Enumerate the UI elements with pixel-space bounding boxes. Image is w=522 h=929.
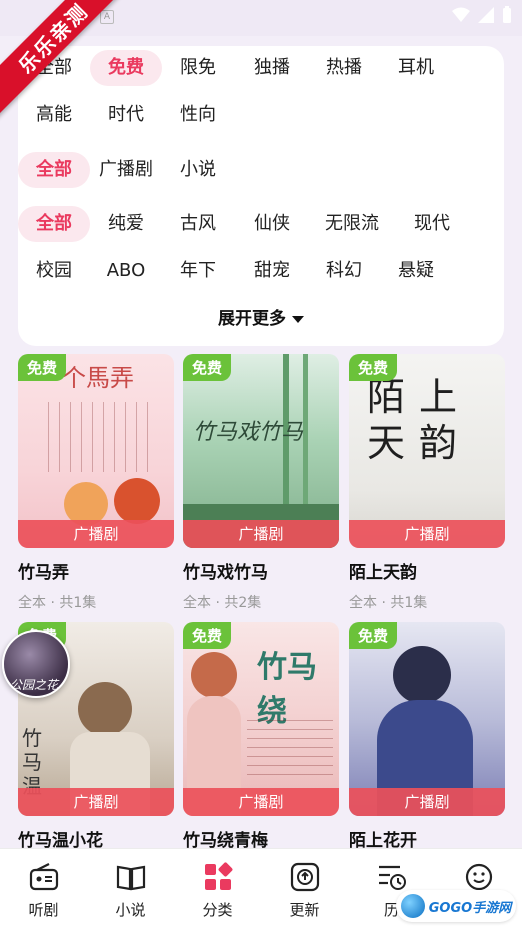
category-icon (204, 862, 232, 890)
drama-card[interactable]: 个馬弄 免费 广播剧 竹马弄 全本 · 共1集 (18, 354, 174, 612)
status-icons (452, 6, 512, 24)
filter-panel: 全部 免费 限免 独播 热播 耳机 高能 时代 性向 全部 广播剧 小说 全部 … (18, 46, 504, 346)
nav-novel[interactable]: 小说 (87, 849, 174, 929)
drama-card[interactable]: 竹马绕 免费 广播剧 竹马绕青梅 (183, 622, 339, 851)
filter-orientation[interactable]: 性向 (166, 97, 230, 133)
filter-sweet[interactable]: 甜宠 (240, 253, 304, 289)
category-tag: 广播剧 (18, 520, 174, 548)
history-icon (378, 865, 406, 890)
filter-abo[interactable]: ABO (94, 253, 158, 289)
nav-label: 小说 (115, 901, 146, 919)
filter-type-all[interactable]: 全部 (18, 152, 90, 188)
drama-cover[interactable]: 免费 广播剧 (349, 622, 505, 816)
nav-category[interactable]: 分类 (174, 849, 261, 929)
category-tag: 广播剧 (349, 788, 505, 816)
free-badge: 免费 (18, 354, 67, 381)
expand-more-label: 展开更多 (218, 309, 286, 329)
drama-cover[interactable]: 个馬弄 免费 广播剧 (18, 354, 174, 548)
drama-cover[interactable]: 竹马绕 免费 广播剧 (183, 622, 339, 816)
drama-meta: 全本 · 共2集 (183, 595, 262, 611)
wifi-icon (452, 7, 470, 22)
drama-meta: 全本 · 共1集 (349, 595, 428, 611)
nav-label: 更新 (289, 901, 320, 919)
filter-radio-drama[interactable]: 广播剧 (94, 152, 158, 188)
filter-ancient[interactable]: 古风 (166, 206, 230, 242)
caret-down-icon (292, 315, 304, 323)
nav-update[interactable]: 更新 (261, 849, 348, 929)
filter-infinite-flow[interactable]: 无限流 (316, 206, 388, 242)
cover-art (349, 622, 505, 816)
category-tag: 广播剧 (18, 788, 174, 816)
signal-icon (478, 7, 494, 23)
book-icon (116, 865, 145, 891)
free-badge: 免费 (349, 354, 398, 381)
drama-cover[interactable]: 竹马戏竹马 免费 广播剧 (183, 354, 339, 548)
update-icon (290, 862, 319, 892)
cover-title-text: 陌上天韵 (367, 375, 472, 465)
drama-cover[interactable]: 陌上天韵 免费 广播剧 (349, 354, 505, 548)
filter-free[interactable]: 免费 (90, 50, 162, 86)
nav-label: 听剧 (28, 901, 59, 919)
drama-card[interactable]: 免费 广播剧 陌上花开 (349, 622, 505, 851)
cover-title-text: 竹马戏竹马 (193, 420, 304, 445)
nav-listen[interactable]: 听剧 (0, 849, 87, 929)
category-tag: 广播剧 (183, 520, 339, 548)
drama-card[interactable]: 竹马戏竹马 免费 广播剧 竹马戏竹马 全本 · 共2集 (183, 354, 339, 612)
drama-title: 竹马戏竹马 (183, 563, 268, 583)
expand-more-button[interactable]: 展开更多 (18, 304, 504, 329)
category-tag: 广播剧 (349, 520, 505, 548)
filter-younger[interactable]: 年下 (166, 253, 230, 289)
drama-title: 竹马弄 (18, 563, 69, 583)
filter-era[interactable]: 时代 (94, 97, 158, 133)
filter-genre-all[interactable]: 全部 (18, 206, 90, 242)
filter-suspense[interactable]: 悬疑 (384, 253, 448, 289)
cover-art: 陌上天韵 (349, 354, 505, 548)
site-watermark: GOGO手游网 (396, 890, 516, 922)
cover-title-text: 个馬弄 (62, 364, 134, 392)
filter-limited-free[interactable]: 限免 (166, 50, 230, 86)
floating-avatar-text: 公园之花 (10, 678, 59, 692)
drama-title: 陌上天韵 (349, 563, 417, 583)
free-badge: 免费 (183, 622, 232, 649)
cover-art: 竹马绕 (183, 622, 339, 816)
nav-label: 分类 (202, 901, 233, 919)
filter-scifi[interactable]: 科幻 (312, 253, 376, 289)
filter-pure-love[interactable]: 纯爱 (94, 206, 158, 242)
floating-avatar[interactable]: 公园之花 (2, 630, 70, 698)
drama-card[interactable]: 陌上天韵 免费 广播剧 陌上天韵 全本 · 共1集 (349, 354, 505, 612)
filter-hot[interactable]: 热播 (312, 50, 376, 86)
filter-exclusive[interactable]: 独播 (240, 50, 304, 86)
filter-modern[interactable]: 现代 (400, 206, 464, 242)
filter-novel[interactable]: 小说 (166, 152, 230, 188)
radio-icon (29, 863, 58, 891)
filter-high-energy[interactable]: 高能 (22, 97, 86, 133)
free-badge: 免费 (183, 354, 232, 381)
smile-icon (465, 863, 492, 891)
battery-icon (503, 6, 511, 23)
globe-icon (400, 894, 425, 918)
category-tag: 广播剧 (183, 788, 339, 816)
filter-headphone[interactable]: 耳机 (384, 50, 448, 86)
filter-campus[interactable]: 校园 (22, 253, 86, 289)
watermark-text: GOGO手游网 (428, 900, 512, 916)
cover-art: 个馬弄 (18, 354, 174, 548)
drama-meta: 全本 · 共1集 (18, 595, 97, 611)
free-badge: 免费 (349, 622, 398, 649)
notification-a-icon: A (100, 10, 114, 24)
filter-xianxia[interactable]: 仙侠 (240, 206, 304, 242)
cover-art: 竹马戏竹马 (183, 354, 339, 548)
